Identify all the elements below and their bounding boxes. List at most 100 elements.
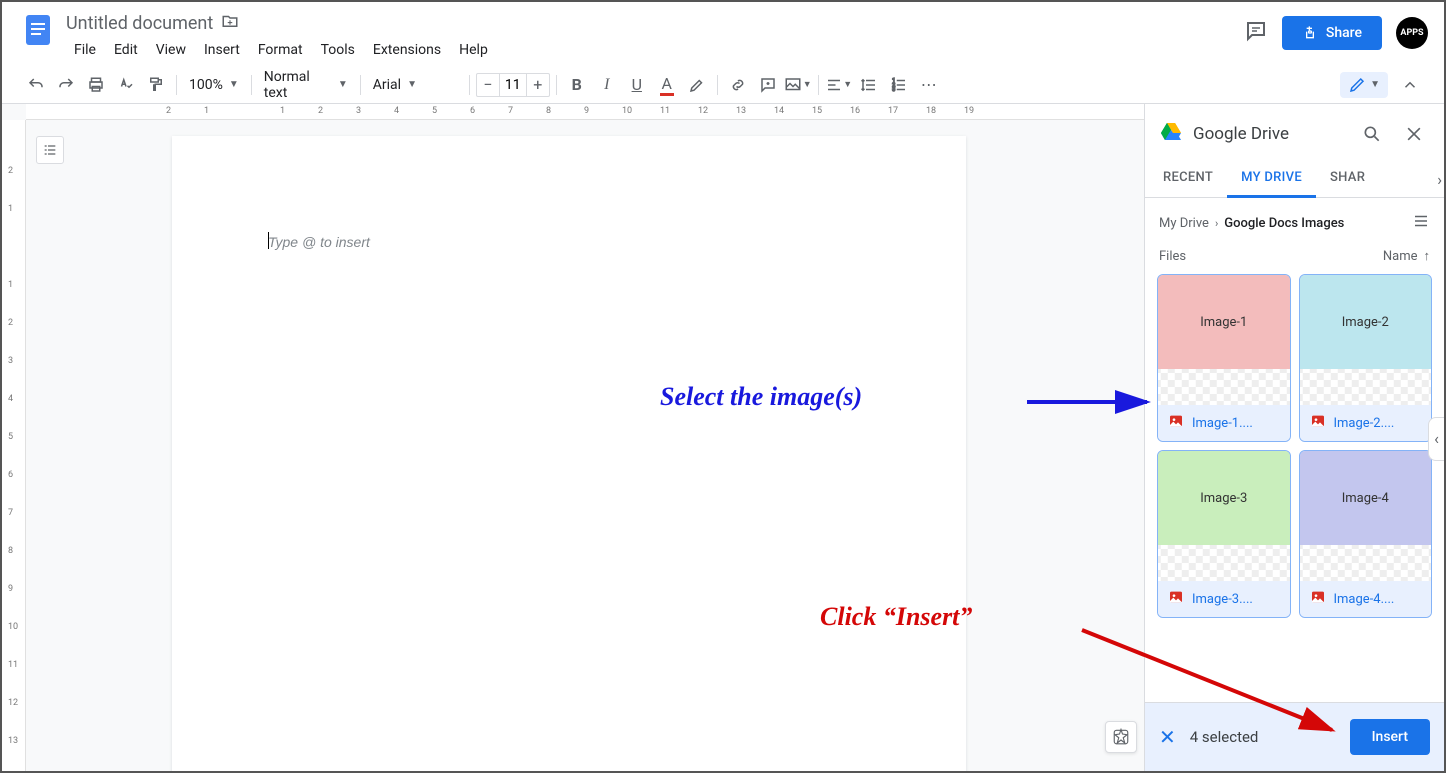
zoom-value: 100%	[189, 77, 223, 93]
insert-button[interactable]: Insert	[1350, 719, 1430, 755]
file-name: Image-4....	[1334, 592, 1395, 607]
chevron-right-icon: ›	[1215, 217, 1218, 230]
menu-bar: File Edit View Insert Format Tools Exten…	[66, 38, 1244, 62]
user-avatar[interactable]: APPS	[1396, 17, 1428, 49]
drive-side-panel: Google Drive RECENT MY DRIVE SHAR › My D…	[1144, 104, 1444, 771]
placeholder-text: Type @ to insert	[268, 234, 370, 250]
move-icon[interactable]	[221, 12, 239, 34]
file-checker	[1158, 545, 1290, 581]
font-size-plus[interactable]: +	[527, 75, 549, 94]
panel-title: Google Drive	[1193, 124, 1346, 144]
share-button[interactable]: Share	[1282, 16, 1382, 50]
editing-mode-button[interactable]: ▼	[1340, 72, 1388, 98]
name-label: Name	[1383, 249, 1418, 264]
file-name: Image-2....	[1334, 416, 1395, 431]
file-thumbnail: Image-2	[1300, 275, 1432, 369]
menu-help[interactable]: Help	[451, 38, 496, 62]
menu-file[interactable]: File	[66, 38, 104, 62]
file-checker	[1300, 545, 1432, 581]
image-icon[interactable]: ▼	[784, 71, 812, 99]
font-select[interactable]: Arial▼	[367, 71, 463, 99]
breadcrumb-root[interactable]: My Drive	[1159, 216, 1209, 231]
menu-extensions[interactable]: Extensions	[365, 38, 449, 62]
share-label: Share	[1326, 25, 1362, 41]
tab-shared[interactable]: SHAR	[1316, 160, 1379, 197]
file-checker	[1158, 369, 1290, 405]
bold-icon[interactable]: B	[563, 71, 591, 99]
document-page[interactable]: Type @ to insert	[172, 136, 966, 771]
image-file-icon	[1168, 413, 1184, 433]
comments-icon[interactable]	[1244, 19, 1268, 47]
align-icon[interactable]: ▼	[825, 71, 853, 99]
list-view-icon[interactable]	[1412, 212, 1430, 234]
drive-logo-icon	[1159, 120, 1183, 148]
image-file-icon	[1310, 413, 1326, 433]
font-size-minus[interactable]: −	[477, 75, 499, 94]
menu-edit[interactable]: Edit	[106, 38, 146, 62]
docs-logo-icon[interactable]	[18, 10, 58, 50]
font-size-value[interactable]: 11	[499, 74, 527, 96]
sort-by-name[interactable]: Name ↑	[1383, 248, 1430, 264]
link-icon[interactable]	[724, 71, 752, 99]
style-select[interactable]: Normal text▼	[258, 71, 354, 99]
breadcrumb-current[interactable]: Google Docs Images	[1224, 216, 1344, 231]
text-color-icon[interactable]: A	[653, 71, 681, 99]
selection-count: 4 selected	[1190, 728, 1336, 746]
print-icon[interactable]	[82, 71, 110, 99]
files-header: Files Name ↑	[1145, 242, 1444, 274]
file-footer: Image-3....	[1158, 581, 1290, 617]
file-thumbnail: Image-4	[1300, 451, 1432, 545]
paint-format-icon[interactable]	[142, 71, 170, 99]
file-checker	[1300, 369, 1432, 405]
file-card[interactable]: Image-1 Image-1....	[1157, 274, 1291, 442]
sort-up-icon: ↑	[1424, 248, 1431, 264]
toolbar: 100%▼ Normal text▼ Arial▼ − 11 + B I U A…	[2, 66, 1444, 104]
main-area: 2112345678910111213141516171819 21123456…	[2, 104, 1444, 771]
text-cursor	[268, 232, 269, 249]
collapse-icon[interactable]	[1396, 71, 1424, 99]
file-grid: Image-1 Image-1.... Image-2 Image-2.... …	[1145, 274, 1444, 618]
menu-view[interactable]: View	[148, 38, 194, 62]
close-icon[interactable]	[1398, 118, 1430, 150]
panel-tabs: RECENT MY DRIVE SHAR ›	[1145, 160, 1444, 198]
style-value: Normal text	[264, 69, 332, 101]
svg-text:3: 3	[892, 87, 895, 93]
highlight-icon[interactable]	[683, 71, 711, 99]
line-spacing-icon[interactable]	[855, 71, 883, 99]
breadcrumb: My Drive › Google Docs Images	[1145, 198, 1444, 242]
clear-selection-icon[interactable]: ✕	[1159, 725, 1176, 749]
italic-icon[interactable]: I	[593, 71, 621, 99]
underline-icon[interactable]: U	[623, 71, 651, 99]
undo-icon[interactable]	[22, 71, 50, 99]
tab-mydrive[interactable]: MY DRIVE	[1227, 160, 1316, 198]
files-label: Files	[1159, 249, 1186, 264]
file-footer: Image-4....	[1300, 581, 1432, 617]
document-title[interactable]: Untitled document	[66, 13, 213, 34]
horizontal-ruler[interactable]: 2112345678910111213141516171819	[26, 104, 1144, 120]
zoom-select[interactable]: 100%▼	[183, 71, 245, 99]
search-icon[interactable]	[1356, 118, 1388, 150]
tab-recent[interactable]: RECENT	[1149, 160, 1227, 197]
file-card[interactable]: Image-2 Image-2....	[1299, 274, 1433, 442]
spellcheck-icon[interactable]	[112, 71, 140, 99]
list-icon[interactable]: 123	[885, 71, 913, 99]
menu-format[interactable]: Format	[250, 38, 311, 62]
comment-icon[interactable]	[754, 71, 782, 99]
image-file-icon	[1310, 589, 1326, 609]
panel-footer: ✕ 4 selected Insert	[1145, 702, 1444, 771]
file-card[interactable]: Image-4 Image-4....	[1299, 450, 1433, 618]
menu-insert[interactable]: Insert	[196, 38, 248, 62]
more-icon[interactable]: ⋯	[915, 71, 943, 99]
file-footer: Image-2....	[1300, 405, 1432, 441]
image-file-icon	[1168, 589, 1184, 609]
title-area: Untitled document File Edit View Insert …	[66, 10, 1244, 62]
tabs-scroll-right-icon[interactable]: ›	[1435, 168, 1444, 191]
file-name: Image-1....	[1192, 416, 1253, 431]
document-canvas[interactable]: 2112345678910111213141516171819 21123456…	[2, 104, 1144, 771]
file-name: Image-3....	[1192, 592, 1253, 607]
file-card[interactable]: Image-3 Image-3....	[1157, 450, 1291, 618]
menu-tools[interactable]: Tools	[313, 38, 363, 62]
side-panel-handle-icon[interactable]: ‹	[1428, 417, 1444, 461]
redo-icon[interactable]	[52, 71, 80, 99]
explore-icon[interactable]	[1105, 721, 1137, 753]
